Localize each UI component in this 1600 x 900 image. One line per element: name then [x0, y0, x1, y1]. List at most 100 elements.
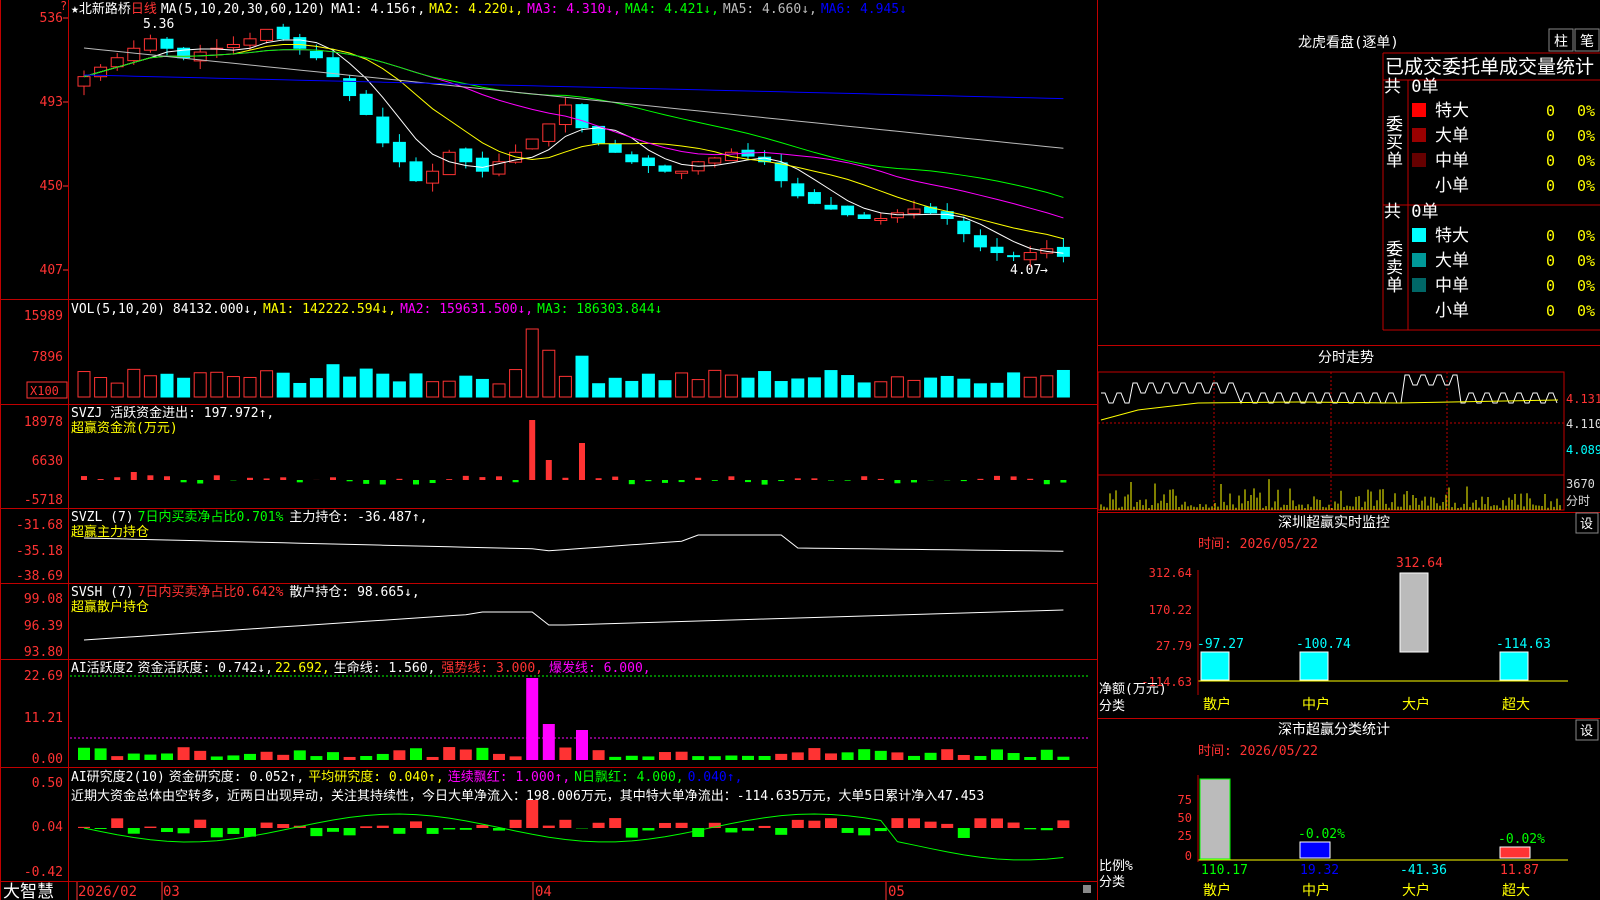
candle-body [409, 161, 423, 182]
research-bar [1040, 828, 1053, 831]
volume-bar [824, 370, 838, 398]
activity-bar [1057, 756, 1070, 760]
activity-bar [443, 747, 456, 760]
lhb-row-value: 0 [1546, 177, 1555, 195]
class-value: 11.87 [1500, 863, 1539, 878]
svsh-header: SVSH (7) 7日内买卖净占比0.642% 散户持仓: 98.665↓, [71, 584, 420, 600]
svsh-line [83, 609, 1064, 641]
lhb-row-value: 0 [1546, 102, 1555, 120]
activity-bar [625, 755, 638, 760]
lhb-swatch [1412, 228, 1426, 242]
research-bar [908, 818, 920, 828]
research-bar [277, 824, 290, 828]
research-bar [825, 818, 837, 828]
chart-area[interactable]: 536 493 450 407 15989 7896 18978 6630 -5… [0, 0, 1098, 900]
volume-bar [807, 377, 821, 398]
activity-bar [476, 747, 489, 760]
volume-bar [260, 370, 274, 398]
y-label: 0.00 [32, 752, 63, 767]
money-flow-bar [1027, 478, 1034, 480]
research-bar [957, 828, 970, 838]
money-flow-bar [97, 479, 104, 480]
volume-bar [1007, 372, 1021, 398]
y-label: 11.21 [24, 711, 63, 726]
money-flow-bar [496, 476, 502, 480]
monitor-value: -100.74 [1296, 637, 1351, 652]
lhb-row-value: 0 [1546, 277, 1555, 295]
activity-bar [659, 752, 671, 760]
lhb-row-percent: 0% [1577, 252, 1595, 270]
activity-bar [459, 749, 472, 760]
money-flow-bar [479, 477, 486, 480]
sz-class-title: 深市超赢分类统计 [1278, 721, 1390, 738]
candle-body [890, 212, 904, 219]
activity-bar [874, 750, 887, 760]
lhb-row-percent: 0% [1577, 302, 1595, 320]
activity-bar [360, 756, 373, 760]
lhb-swatch [1412, 253, 1426, 267]
lhb-row-name: 大单 [1435, 126, 1469, 146]
sz-class-unit: 比例% [1099, 859, 1133, 874]
money-flow-bar [213, 475, 220, 480]
volume-bar [708, 369, 722, 398]
research-bar [459, 828, 472, 830]
monitor-value: -114.63 [1496, 637, 1551, 652]
candle-body [857, 214, 871, 219]
lhb-side-label: 委 [1386, 115, 1403, 135]
svzj-header: SVZJ 活跃资金进出: 197.972↑, [71, 405, 274, 421]
candle-body [641, 157, 655, 167]
research-bar [625, 828, 638, 838]
research-bar [410, 821, 422, 828]
research-bar [891, 818, 904, 828]
research-bar [393, 828, 406, 834]
money-flow-bar [728, 476, 735, 480]
money-flow-bar [197, 480, 204, 484]
lock-icon[interactable] [1083, 885, 1091, 893]
research-bar [858, 828, 871, 836]
lhb-row-name: 中单 [1435, 276, 1469, 296]
research-bar [526, 800, 539, 828]
activity-bar [775, 753, 788, 760]
money-flow-bar [462, 475, 469, 480]
candle-body [708, 157, 722, 164]
lhb-row-name: 小单 [1435, 301, 1469, 321]
money-flow-bar [678, 480, 685, 483]
candle-body [675, 170, 689, 174]
candle-body [309, 50, 323, 59]
sz-monitor-unit: 净额(万元) [1099, 682, 1167, 697]
x-date-label: 2026/02 [78, 884, 137, 900]
volume-bar [392, 381, 406, 398]
activity-bar [1007, 753, 1020, 760]
money-flow-bar [778, 480, 785, 482]
research-bar [659, 822, 671, 828]
money-flow-bar [413, 480, 419, 485]
research-bar [775, 828, 788, 835]
money-flow-bar [296, 480, 303, 483]
volume-bar [1040, 375, 1054, 398]
class-category: 中户 [1302, 882, 1330, 899]
fenshi-label: 4.089 [1566, 443, 1600, 457]
volume-bar [77, 371, 91, 398]
volume-bar [442, 380, 456, 398]
money-flow-bar [247, 477, 253, 480]
class-category: 散户 [1203, 882, 1231, 899]
research-bar [127, 828, 140, 834]
lhb-side-label: 单 [1386, 276, 1403, 296]
low-price-label: 4.07 [1010, 263, 1041, 278]
volume-bar [641, 373, 655, 398]
svzl-header: SVZL (7) 7日内买卖净占比0.701% 主力持仓: -36.487↑, [71, 509, 428, 525]
lhb-side-label: 单 [1386, 151, 1403, 171]
volume-bar [492, 383, 506, 398]
volume-bar [625, 380, 639, 398]
sz-monitor-time: 时间: 2026/05/22 [1198, 537, 1318, 552]
y-label: 96.39 [24, 619, 63, 634]
lhb-row-name: 小单 [1435, 176, 1469, 196]
volume-bar [459, 375, 473, 398]
vol-unit: X100 [30, 384, 59, 398]
monitor-category: 大户 [1402, 696, 1430, 713]
activity-bar [127, 753, 140, 760]
stock-chart-canvas[interactable]: 536 493 450 407 15989 7896 18978 6630 -5… [0, 0, 1098, 900]
money-flow-bar [429, 480, 436, 484]
class-category: 超大 [1502, 883, 1530, 899]
brand-logo: 大智慧 [3, 882, 54, 900]
